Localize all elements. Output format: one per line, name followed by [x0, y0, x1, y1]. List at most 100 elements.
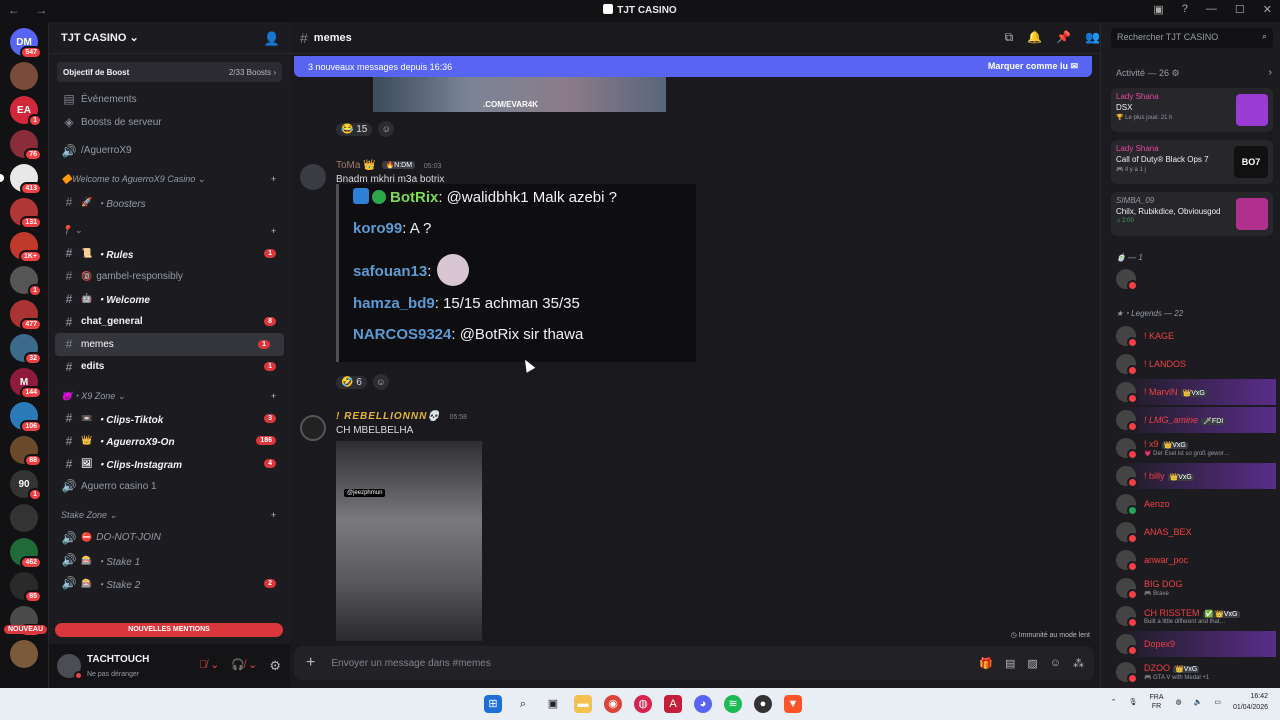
channel-item[interactable]: # 🤖 ・Welcome — [49, 288, 290, 311]
server-icon[interactable]: 1K+ — [10, 232, 42, 263]
server-name[interactable]: TJT CASINO ⌄ — [61, 31, 139, 44]
new-mentions-button[interactable]: NOUVELLES MENTIONS — [55, 623, 283, 637]
add-attachment-icon[interactable]: + — [306, 654, 315, 672]
member-item[interactable]: CH RISSTEM ✅ 👑VxG Built a little different… — [1116, 603, 1276, 629]
attached-photo[interactable]: @jeezphmun — [336, 441, 482, 641]
activity-card[interactable]: Lady Shana Call of Duty® Black Ops 7 🎮 Il … — [1111, 140, 1273, 184]
member-item[interactable]: anwar_poc — [1116, 547, 1276, 573]
close-button[interactable]: ✕ — [1263, 3, 1272, 16]
member-item[interactable]: Dopex9 — [1116, 631, 1276, 657]
bell-icon[interactable]: 🔔 — [1027, 30, 1042, 45]
search-input[interactable]: Rechercher TJT CASINO ⌕ — [1111, 28, 1273, 48]
new-messages-banner[interactable]: 3 nouveaux messages depuis 16:36 Marquer… — [294, 56, 1092, 77]
category-header[interactable]: Stake Zone ⌄ + — [49, 504, 290, 527]
server-icon[interactable]: 32 — [10, 334, 42, 365]
channel-item[interactable]: # 🖼 ・Clips-Instagram 4 — [49, 452, 290, 475]
deafen-icon[interactable]: 🎧̸ ⌄ — [231, 658, 257, 674]
channel-item[interactable]: # 👑 ・AguerroX9-On 186 — [49, 430, 290, 453]
server-icon[interactable]: EA 1 — [10, 96, 42, 127]
channel-item[interactable]: # memes 1 — [55, 332, 284, 356]
server-header[interactable]: TJT CASINO ⌄ 👤 — [49, 22, 290, 54]
new-badge[interactable]: NOUVEAU — [4, 625, 48, 634]
activity-card[interactable]: Lady Shana DSX 🏆 Le plus joué: 21 h — [1111, 88, 1273, 132]
channel-item[interactable]: # 🔞 gambel-responsibly — [49, 265, 290, 288]
message-author[interactable]: ToMa — [336, 160, 360, 171]
channel-item[interactable]: 🔊 🎰 ・Stake 1 — [49, 549, 290, 572]
server-icon[interactable] — [10, 504, 38, 532]
language-indicator[interactable]: FRA FR — [1150, 693, 1164, 711]
server-icon[interactable]: 413 — [0, 164, 42, 195]
channel-item[interactable]: # edits 1 — [49, 356, 290, 379]
gear-icon[interactable]: ⚙ — [269, 658, 281, 674]
add-channel-icon[interactable]: + — [271, 226, 276, 236]
clock[interactable]: 16:42 01/04/2026 — [1233, 691, 1268, 713]
gift-icon[interactable]: 🎁 — [979, 657, 993, 670]
message-author[interactable]: ! REBELLIONNN💀 — [336, 411, 441, 422]
reaction[interactable]: 🤣 6 — [336, 375, 367, 389]
pin-icon[interactable]: 📌 — [1056, 30, 1071, 45]
gif-icon[interactable]: ▤ — [1005, 657, 1015, 670]
channel-item[interactable]: # chat_general 8 — [49, 310, 290, 333]
member-item[interactable]: ! KAGE — [1116, 323, 1276, 349]
message-input[interactable]: Envoyer un message dans #memes — [331, 658, 491, 669]
member-item[interactable]: DZOO 👑VxG 🎮 GTA V with Medal +1 — [1116, 659, 1276, 685]
chrome-icon[interactable]: ◉ — [604, 695, 622, 713]
reaction[interactable]: 😂 15 — [336, 122, 373, 136]
channel-item[interactable]: # 🚀 ・Boosters — [49, 191, 290, 214]
channel-item[interactable]: # 📜 ・Rules 1 — [49, 242, 290, 265]
members-icon[interactable]: 👥 — [1085, 30, 1100, 45]
channel-item[interactable]: # 📼 ・Clips-Tiktok 3 — [49, 407, 290, 430]
opera-icon[interactable]: ◍ — [634, 695, 652, 713]
sticker-icon[interactable]: ▨ — [1027, 657, 1037, 670]
member-item[interactable]: ! LANDOS — [1116, 351, 1276, 377]
add-reaction-icon[interactable]: ☺ — [378, 121, 395, 137]
server-icon[interactable]: 88 — [10, 436, 42, 467]
spotify-icon[interactable]: ≋ — [724, 695, 742, 713]
microphone-icon[interactable]: 🎙 — [1129, 698, 1138, 706]
server-icon[interactable]: 1 — [10, 266, 42, 297]
network-icon[interactable]: ◍ — [1176, 698, 1182, 706]
volume-icon[interactable]: 🔈 — [1194, 698, 1203, 706]
channel-item[interactable]: 🔊 ⛔ DO-NOT-JOIN — [49, 526, 290, 549]
server-icon[interactable] — [10, 640, 38, 668]
server-icon[interactable]: DM 547 — [10, 28, 42, 59]
avatar[interactable] — [300, 164, 326, 190]
server-icon[interactable]: 131 — [10, 198, 42, 229]
emoji-icon[interactable]: ☺ — [1050, 657, 1061, 670]
server-icon[interactable]: 90 1 — [10, 470, 42, 501]
server-icon[interactable]: 477 — [10, 300, 42, 331]
battery-icon[interactable]: ▭ — [1214, 698, 1221, 706]
server-icon[interactable]: 462 — [10, 538, 42, 569]
member-item[interactable]: Aenzo — [1116, 491, 1276, 517]
channel-item[interactable]: ◈ Boosts de serveur — [49, 111, 290, 134]
search-icon[interactable]: ⌕ — [514, 695, 532, 713]
member-item[interactable]: ANAS_BEX — [1116, 519, 1276, 545]
add-reaction-icon[interactable]: ☺ — [372, 374, 389, 390]
task-view-icon[interactable]: ▣ — [544, 695, 562, 713]
activity-card[interactable]: SIMBA_09 Chilx, Rubikdice, Obviousgod ♫ 2:… — [1111, 192, 1273, 236]
apps-icon[interactable]: ⁂ — [1073, 657, 1084, 670]
steam-icon[interactable]: ● — [754, 695, 772, 713]
category-header[interactable]: 😈・X9 Zone ⌄ + — [49, 384, 290, 407]
server-icon[interactable]: M 144 — [10, 368, 42, 399]
discord-icon[interactable]: ◕ — [694, 695, 712, 713]
channel-item[interactable]: 🔊 /AguerroX9 — [49, 139, 290, 162]
chevron-right-icon[interactable]: › — [1269, 67, 1272, 78]
member-item[interactable]: ! x9 👑VxG 💗 Der Esel ist so groß gewor… — [1116, 435, 1276, 461]
member-item[interactable] — [1116, 266, 1276, 292]
minimize-button[interactable]: — — [1206, 3, 1217, 16]
maximize-button[interactable]: ☐ — [1235, 3, 1245, 16]
mark-read-button[interactable]: Marquer comme lu ✉ — [988, 61, 1078, 72]
channel-item[interactable]: 🔊 Aguerro casino 1 — [49, 475, 290, 498]
server-icon[interactable] — [10, 62, 38, 90]
server-icon[interactable]: 106 — [10, 402, 42, 433]
quoted-screenshot[interactable]: BotRix: @walidbhk1 Malk azebi ? koro99: A… — [336, 184, 696, 362]
chevron-up-icon[interactable]: ⌃ — [1111, 698, 1117, 706]
server-icon[interactable]: 76 — [10, 130, 42, 161]
avatar[interactable] — [300, 415, 326, 441]
brave-icon[interactable]: ▼ — [784, 695, 802, 713]
invite-icon[interactable]: 👤 — [264, 31, 280, 47]
server-icon[interactable]: 85 — [10, 572, 42, 603]
windows-start-icon[interactable]: ⊞ — [484, 695, 502, 713]
help-icon[interactable]: ? — [1182, 3, 1188, 16]
